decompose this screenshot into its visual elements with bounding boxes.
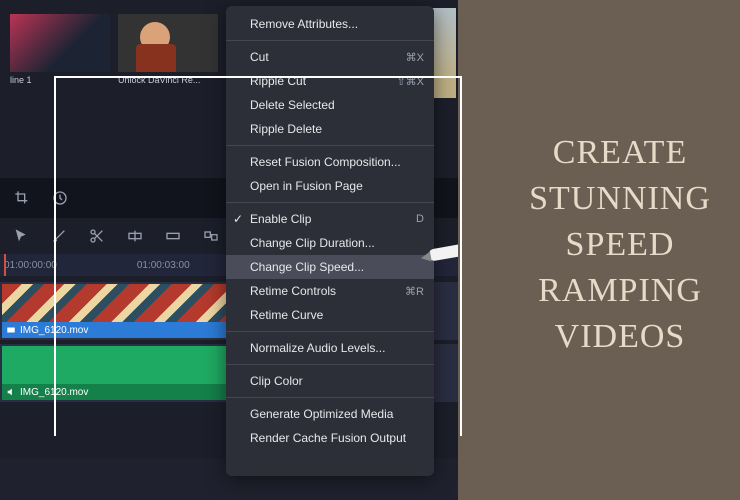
menu-separator	[226, 145, 434, 146]
menu-item-label: Ripple Delete	[250, 122, 322, 136]
menu-item-label: Reset Fusion Composition...	[250, 155, 401, 169]
frame-line	[54, 76, 56, 436]
media-thumbnail[interactable]	[118, 14, 218, 72]
menu-shortcut: D	[416, 213, 424, 225]
menu-item-label: Retime Curve	[250, 308, 323, 322]
menu-item[interactable]: Normalize Audio Levels...	[226, 336, 434, 360]
headline-line: VIDEOS	[500, 314, 740, 360]
timecode-tick: 01:00:00:00	[4, 260, 57, 271]
menu-item-label: Render Cache Fusion Output	[250, 431, 406, 445]
overwrite-icon[interactable]	[162, 225, 184, 247]
headline-line: CREATE	[500, 130, 740, 176]
menu-item[interactable]: Change Clip Duration...	[226, 231, 434, 255]
menu-item-label: Enable Clip	[250, 212, 311, 226]
menu-item-label: Retime Controls	[250, 284, 336, 298]
menu-item-label: Normalize Audio Levels...	[250, 341, 385, 355]
menu-item[interactable]: Remove Attributes...	[226, 12, 434, 36]
clip-icon	[6, 325, 16, 335]
menu-item[interactable]: Open in Fusion Page	[226, 174, 434, 198]
menu-item[interactable]: Retime Controls ⌘R	[226, 279, 434, 303]
menu-item[interactable]: Ripple Delete	[226, 117, 434, 141]
menu-separator	[226, 202, 434, 203]
menu-item[interactable]: Delete Selected	[226, 93, 434, 117]
thumb-label: line 1	[10, 75, 32, 85]
menu-separator	[226, 364, 434, 365]
menu-item-label: Delete Selected	[250, 98, 335, 112]
menu-item-label: Open in Fusion Page	[250, 179, 363, 193]
pointer-icon[interactable]	[10, 225, 32, 247]
crop-icon[interactable]	[10, 188, 34, 208]
menu-item[interactable]: Clip Color	[226, 369, 434, 393]
menu-item[interactable]: Render Cache Fusion Output	[226, 426, 434, 450]
menu-separator	[226, 397, 434, 398]
menu-separator	[226, 40, 434, 41]
headline-line: STUNNING	[500, 176, 740, 222]
scissors-icon[interactable]	[86, 225, 108, 247]
timecode-tick: 01:00:03:00	[137, 260, 190, 271]
menu-item[interactable]: Retime Curve	[226, 303, 434, 327]
frame-line	[460, 76, 462, 436]
frame-line	[54, 76, 462, 78]
retime-icon[interactable]	[48, 188, 72, 208]
menu-separator	[226, 331, 434, 332]
video-editor-panel: line 1 Unlock DaVinci Re... 01:00:00:00 …	[0, 0, 458, 500]
menu-shortcut: ⌘X	[406, 51, 424, 64]
menu-item-label: Generate Optimized Media	[250, 407, 393, 421]
speaker-icon	[6, 387, 16, 397]
media-thumbnail[interactable]	[10, 14, 110, 72]
menu-item[interactable]: Change Clip Speed...	[226, 255, 434, 279]
menu-item-label: Cut	[250, 50, 269, 64]
menu-item[interactable]: Ripple Cut⇧⌘X	[226, 69, 434, 93]
menu-item[interactable]: Generate Optimized Media	[226, 402, 434, 426]
blade-icon[interactable]	[48, 225, 70, 247]
menu-item-label: Change Clip Speed...	[250, 260, 364, 274]
menu-item[interactable]: Enable Clip D	[226, 207, 434, 231]
menu-item-label: Change Clip Duration...	[250, 236, 375, 250]
menu-item-label: Remove Attributes...	[250, 17, 358, 31]
menu-item[interactable]: Cut ⌘X	[226, 45, 434, 69]
menu-item-label: Clip Color	[250, 374, 303, 388]
insert-icon[interactable]	[124, 225, 146, 247]
menu-shortcut: ⌘R	[405, 285, 424, 298]
headline-text: CREATE STUNNING SPEED RAMPING VIDEOS	[500, 130, 740, 359]
headline-line: SPEED RAMPING	[500, 222, 740, 314]
replace-icon[interactable]	[200, 225, 222, 247]
menu-item[interactable]: Reset Fusion Composition...	[226, 150, 434, 174]
